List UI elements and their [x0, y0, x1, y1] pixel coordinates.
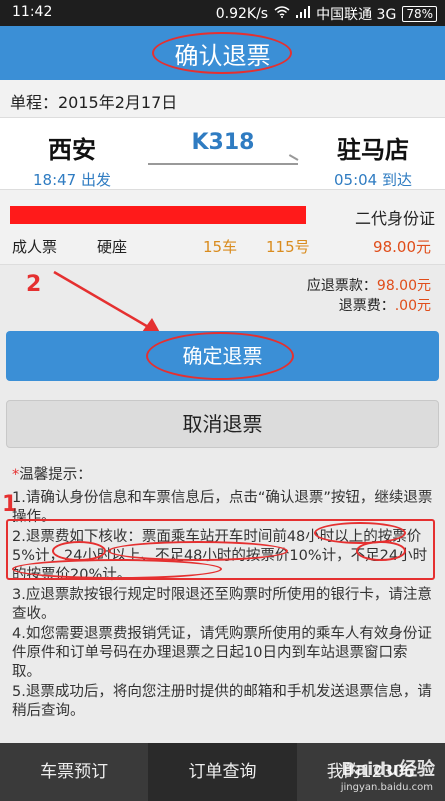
arrival-station: 驻马店 05:04 到达 [313, 130, 433, 190]
seat-number: 115号 [266, 238, 310, 256]
tips-section: *温馨提示： 1.请确认身份信息和车票信息后，点击“确认退票”按钮，继续退票操作… [12, 466, 436, 722]
status-bar: 11:42 0.92K/s 中国联通 3G 78% [0, 0, 445, 26]
tip-item-5: 5.退票成功后，将向您注册时提供的邮箱和手机发送退票信息，请稍后查询。 [12, 684, 432, 719]
nav-ticket-booking[interactable]: 车票预订 [0, 743, 148, 801]
arrival-station-name: 驻马店 [337, 136, 409, 164]
baidu-watermark: Baidu经验 [341, 759, 435, 780]
ticket-type: 成人票 [12, 238, 58, 256]
refund-summary: 应退票款：98.00元 退票费：.00元 [307, 276, 431, 316]
annotation-number-2: 2 [26, 272, 42, 297]
arrival-time: 05:04 到达 [334, 171, 412, 189]
network-speed: 0.92K/s [215, 6, 269, 22]
tip-item-4: 4.如您需要退票费报销凭证，请凭购票所使用的乘车人有效身份证件原件和订单号码在办… [12, 626, 432, 680]
car-number: 15车 [203, 238, 238, 256]
confirm-refund-button[interactable]: 确定退票 [6, 331, 439, 381]
trip-date: 单程：2015年2月17日 [0, 80, 445, 118]
refund-fee-row: 退票费：.00元 [307, 296, 431, 316]
carrier-name: 中国联通 3G [316, 7, 397, 23]
status-indicators: 0.92K/s 中国联通 3G 78% [216, 4, 437, 24]
title-bar: 确认退票 [0, 26, 445, 80]
status-time: 11:42 [12, 4, 53, 20]
tips-title-text: 温馨提示： [19, 467, 92, 483]
refund-amount-row: 应退票款：98.00元 [307, 276, 431, 296]
route-arrow-icon [148, 163, 298, 165]
refund-amount-value: 98.00元 [376, 278, 431, 294]
id-type: 二代身份证 [354, 209, 435, 228]
passenger-info: 二代身份证 成人票 硬座 15车 115号 98.00元 [0, 190, 445, 265]
tip-item-2: 2.退票费如下核收：票面乘车站开车时间前48小时以上的按票价5%计，24小时以上… [12, 529, 428, 583]
signal-icon [296, 6, 311, 22]
cancel-refund-button[interactable]: 取消退票 [6, 400, 439, 448]
ticket-price: 98.00元 [373, 238, 431, 256]
seat-class: 硬座 [97, 238, 128, 256]
tip-item-1: 1.请确认身份信息和车票信息后，点击“确认退票”按钮，继续退票操作。 [12, 490, 433, 525]
nav-order-query[interactable]: 订单查询 [148, 743, 297, 801]
departure-station: 西安 18:47 出发 [12, 130, 132, 190]
departure-station-name: 西安 [48, 136, 96, 164]
refund-fee-label: 退票费： [338, 298, 395, 314]
baidu-watermark-url: jingyan.baidu.com [340, 782, 433, 793]
battery-icon: 78% [402, 6, 437, 22]
annotation-arrow-icon [53, 270, 162, 336]
departure-time: 18:47 出发 [33, 171, 111, 189]
refund-fee-value: .00元 [394, 298, 431, 314]
redacted-passenger-name [10, 206, 306, 224]
tips-title: *温馨提示： [12, 466, 436, 485]
page-title: 确认退票 [174, 42, 271, 70]
train-card: 西安 18:47 出发 K318 驻马店 05:04 到达 [0, 118, 445, 190]
wifi-icon [274, 6, 290, 22]
train-number: K318 [191, 130, 255, 155]
tip-item-3: 3.应退票款按银行规定时限退还至购票时所使用的银行卡，请注意查收。 [12, 587, 432, 622]
refund-amount-label: 应退票款： [306, 278, 377, 294]
